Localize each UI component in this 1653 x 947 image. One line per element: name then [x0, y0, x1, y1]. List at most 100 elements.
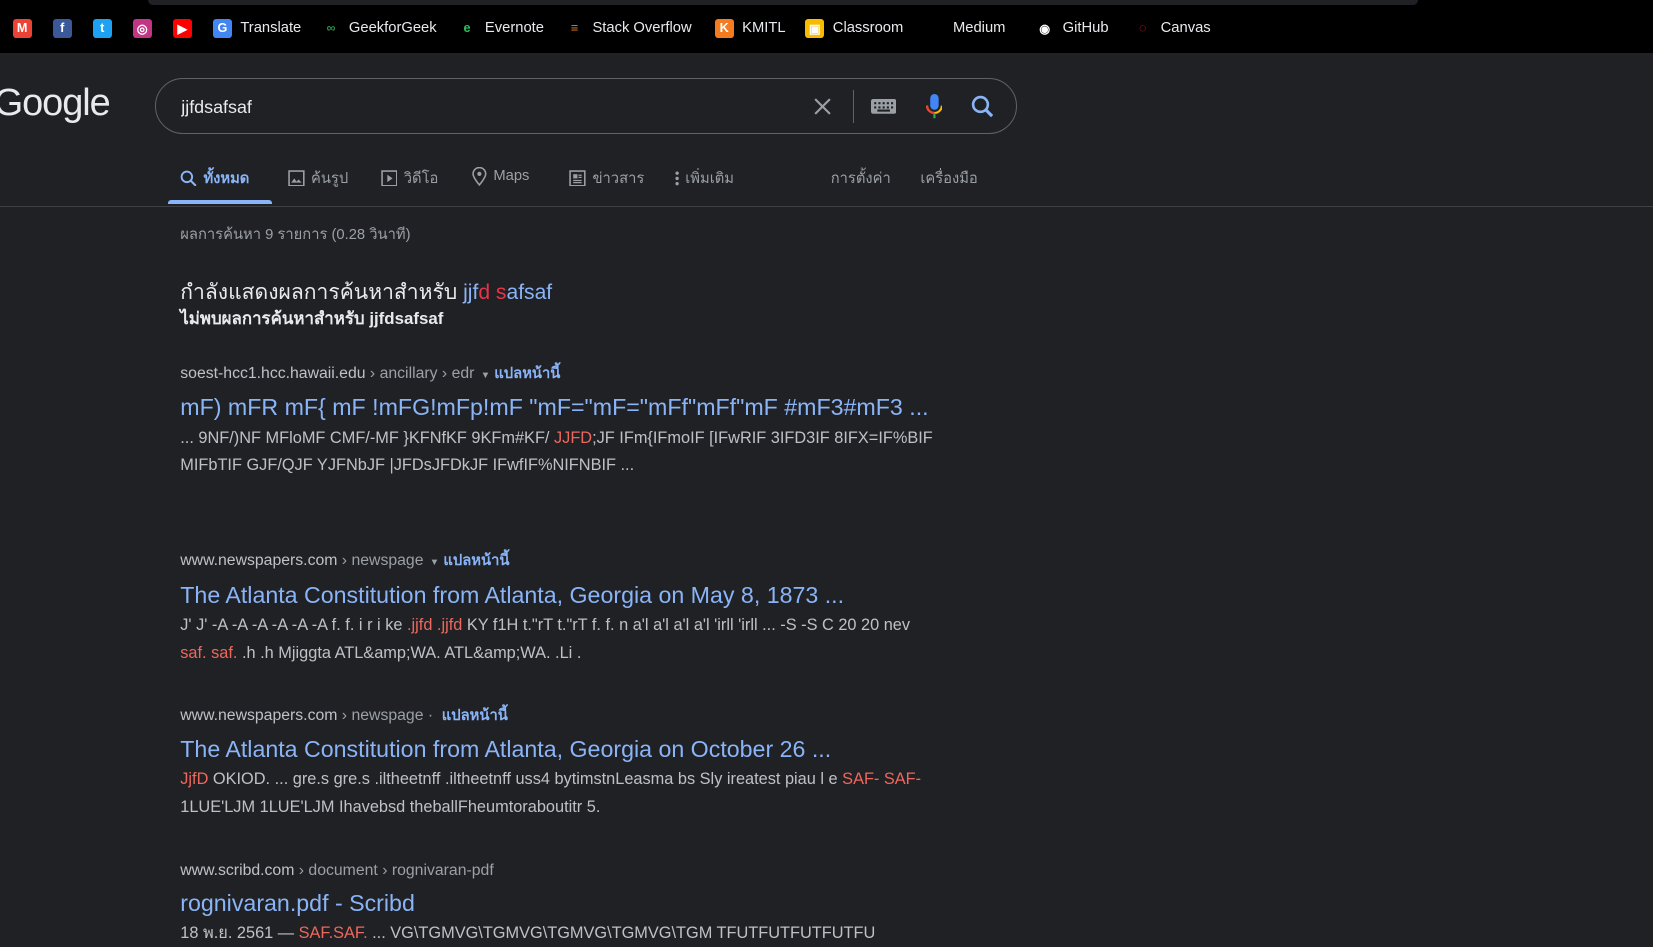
- bookmark-label: Medium: [952, 20, 1006, 37]
- result-path: › newspage ·: [337, 707, 438, 725]
- google-classroom-icon: ▣: [805, 18, 825, 38]
- bookmark-kmitl[interactable]: K KMITL: [714, 17, 786, 40]
- highlighted-term: SAF.SAF.: [298, 924, 368, 943]
- github-icon: ◉: [1039, 21, 1051, 36]
- result-title-link[interactable]: The Atlanta Constitution from Atlanta, G…: [180, 580, 939, 612]
- google-translate-icon: G: [212, 18, 232, 38]
- bookmark-youtube[interactable]: ▶: [172, 17, 192, 40]
- image-icon: [288, 169, 305, 187]
- result-url[interactable]: soest-hcc1.hcc.hawaii.edu › ancillary › …: [180, 363, 939, 386]
- stackoverflow-icon: ≡: [570, 21, 579, 36]
- divider: [852, 89, 854, 124]
- tab-label: ค้นรูป: [310, 170, 349, 187]
- tab-news[interactable]: ข่าวสาร: [569, 167, 644, 190]
- tab-search[interactable]: ทั้งหมด: [180, 167, 249, 190]
- dropdown-arrow-icon[interactable]: ▼: [430, 557, 439, 568]
- settings-button[interactable]: การตั้งค่า: [831, 167, 891, 190]
- result-snippet: JjfD OKIOD. ... gre.s gre.s .iltheetnff …: [180, 766, 939, 821]
- snippet-text: J' J' -A -A -A -A -A -A f. f. i r i ke: [180, 616, 407, 635]
- result-stats: ผลการค้นหา 9 รายการ (0.28 วินาที): [180, 227, 411, 244]
- bookmark-classroom[interactable]: ▣ Classroom: [805, 17, 903, 40]
- corrected-segment: jjf: [463, 281, 479, 305]
- tools-button[interactable]: เครื่องมือ: [920, 167, 977, 190]
- result-snippet: 18 พ.ย. 2561 — SAF.SAF. ... VG\TGMVG\TGM…: [180, 920, 939, 947]
- tab-more-vert[interactable]: เพิ่มเติม: [675, 167, 734, 190]
- result-title-link[interactable]: The Atlanta Constitution from Atlanta, G…: [180, 734, 939, 766]
- translate-link[interactable]: แปลหน้านี้: [494, 366, 560, 382]
- search-result: www.scribd.com › document › rognivaran-p…: [180, 860, 939, 947]
- search-result: www.newspapers.com › newspage ▼ แปลหน้านี้…: [180, 550, 939, 667]
- result-url[interactable]: www.scribd.com › document › rognivaran-p…: [180, 860, 939, 881]
- bookmark-label: Classroom: [832, 20, 904, 37]
- bookmark-twitter[interactable]: t: [92, 17, 112, 40]
- result-url[interactable]: www.newspapers.com › newspage · แปลหน้าน…: [180, 705, 939, 727]
- snippet-text: 18 พ.ย. 2561 —: [180, 924, 299, 943]
- news-icon: [569, 169, 586, 187]
- corrected-query-link[interactable]: jjfd safsaf: [463, 281, 552, 304]
- keyboard-icon[interactable]: [870, 93, 897, 120]
- result-path: › ancillary › edr: [365, 364, 475, 382]
- clear-icon[interactable]: [809, 93, 836, 120]
- original-query[interactable]: jjfdsafsaf: [369, 309, 443, 328]
- bookmark-medium[interactable]: ●● Medium: [926, 17, 1006, 40]
- instagram-icon: ◎: [132, 18, 152, 38]
- tab-image[interactable]: ค้นรูป: [288, 167, 348, 190]
- dropdown-arrow-icon[interactable]: ▼: [481, 370, 490, 381]
- evernote-icon: e: [463, 21, 471, 36]
- canvas-icon: ◌: [1138, 21, 1147, 36]
- bookmark-gmail[interactable]: M: [12, 17, 32, 40]
- result-url[interactable]: www.newspapers.com › newspage ▼ แปลหน้านี้: [180, 550, 939, 573]
- search-tabs: ทั้งหมด ค้นรูป วิดีโอ Maps ข่าวสาร เพิ่มเติม …: [0, 158, 1653, 207]
- search-input[interactable]: [179, 91, 795, 124]
- video-icon: [380, 169, 398, 187]
- corrected-segment: d: [478, 281, 491, 305]
- bookmark-evernote[interactable]: e Evernote: [458, 17, 543, 40]
- bookmark-label: GitHub: [1062, 20, 1109, 37]
- bookmark-instagram[interactable]: ◎: [132, 17, 152, 40]
- bookmark-translate[interactable]: G Translate: [212, 17, 302, 40]
- no-results-prefix: ไม่พบผลการค้นหาสำหรับ: [180, 308, 365, 328]
- snippet-text: OKIOD. ... gre.s gre.s .iltheetnff .ilth…: [208, 770, 843, 789]
- result-title-link[interactable]: rognivaran.pdf - Scribd: [180, 888, 939, 920]
- tab-label: Maps: [493, 168, 530, 185]
- snippet-text: ... VG\TGMVG\TGMVG\TGMVG\TGMVG\TGM TFUTF…: [367, 924, 876, 943]
- tab-video[interactable]: วิดีโอ: [380, 167, 439, 190]
- browser-window: Mf t ◎ ▶ G Translate ∞ GeekforGeek e Evernote ≡ Sta…: [0, 0, 1653, 947]
- snippet-text: KY f1H t."rT t."rT f. f. n a'l a'l a'l a…: [462, 616, 911, 635]
- translate-link[interactable]: แปลหน้านี้: [442, 708, 508, 724]
- showing-prefix: กำลังแสดงผลการค้นหาสำหรับ: [180, 281, 458, 305]
- result-path: › newspage: [337, 552, 424, 570]
- bookmark-label: Translate: [240, 20, 302, 37]
- facebook-icon: f: [52, 18, 72, 38]
- bookmarks-bar: Mf t ◎ ▶ G Translate ∞ GeekforGeek e Evernote ≡ Sta…: [0, 0, 1653, 53]
- search-result: soest-hcc1.hcc.hawaii.edu › ancillary › …: [180, 363, 939, 480]
- translate-link[interactable]: แปลหน้านี้: [443, 553, 509, 569]
- result-path: › document › rognivaran-pdf: [294, 862, 494, 880]
- bookmark-facebook[interactable]: f: [52, 17, 72, 40]
- gmail-icon: M: [12, 18, 32, 38]
- search-box: [154, 78, 1018, 134]
- snippet-text: 1LUE'LJM 1LUE'LJM Ihavebsd theballFheumt…: [180, 797, 601, 816]
- result-domain: www.newspapers.com: [180, 552, 338, 570]
- search-icon: [180, 170, 197, 187]
- map-pin-icon: [472, 166, 487, 186]
- highlighted-term: .jjfd .jjfd: [406, 616, 463, 635]
- twitter-icon: t: [92, 18, 112, 38]
- tab-label: วิดีโอ: [403, 170, 439, 187]
- tab-map-pin[interactable]: Maps: [472, 166, 530, 186]
- bookmark-geekforgeek[interactable]: ∞ GeekforGeek: [322, 17, 436, 40]
- tab-strip: [147, 0, 1418, 6]
- bookmark-canvas[interactable]: ◌ Canvas: [1133, 17, 1211, 40]
- google-logo[interactable]: Google: [0, 82, 111, 125]
- highlighted-term: JjfD: [180, 770, 209, 789]
- tab-label: เพิ่มเติม: [685, 170, 735, 187]
- result-title-link[interactable]: mF) mFR mF{ mF !mFG!mFp!mF "mF="mF="mFf"…: [180, 392, 939, 424]
- result-snippet: J' J' -A -A -A -A -A -A f. f. i r i ke .…: [180, 612, 939, 667]
- active-tab-indicator: [167, 200, 272, 205]
- bookmark-stack-overflow[interactable]: ≡ Stack Overflow: [565, 17, 692, 40]
- search-icon[interactable]: [969, 93, 996, 120]
- microphone-icon[interactable]: [920, 93, 947, 120]
- bookmark-label: Canvas: [1160, 20, 1211, 37]
- bookmark-github[interactable]: ◉ GitHub: [1035, 17, 1108, 40]
- snippet-text: ... 9NF/)NF MFloMF CMF/-MF }KFNfKF 9KFm#…: [180, 428, 554, 447]
